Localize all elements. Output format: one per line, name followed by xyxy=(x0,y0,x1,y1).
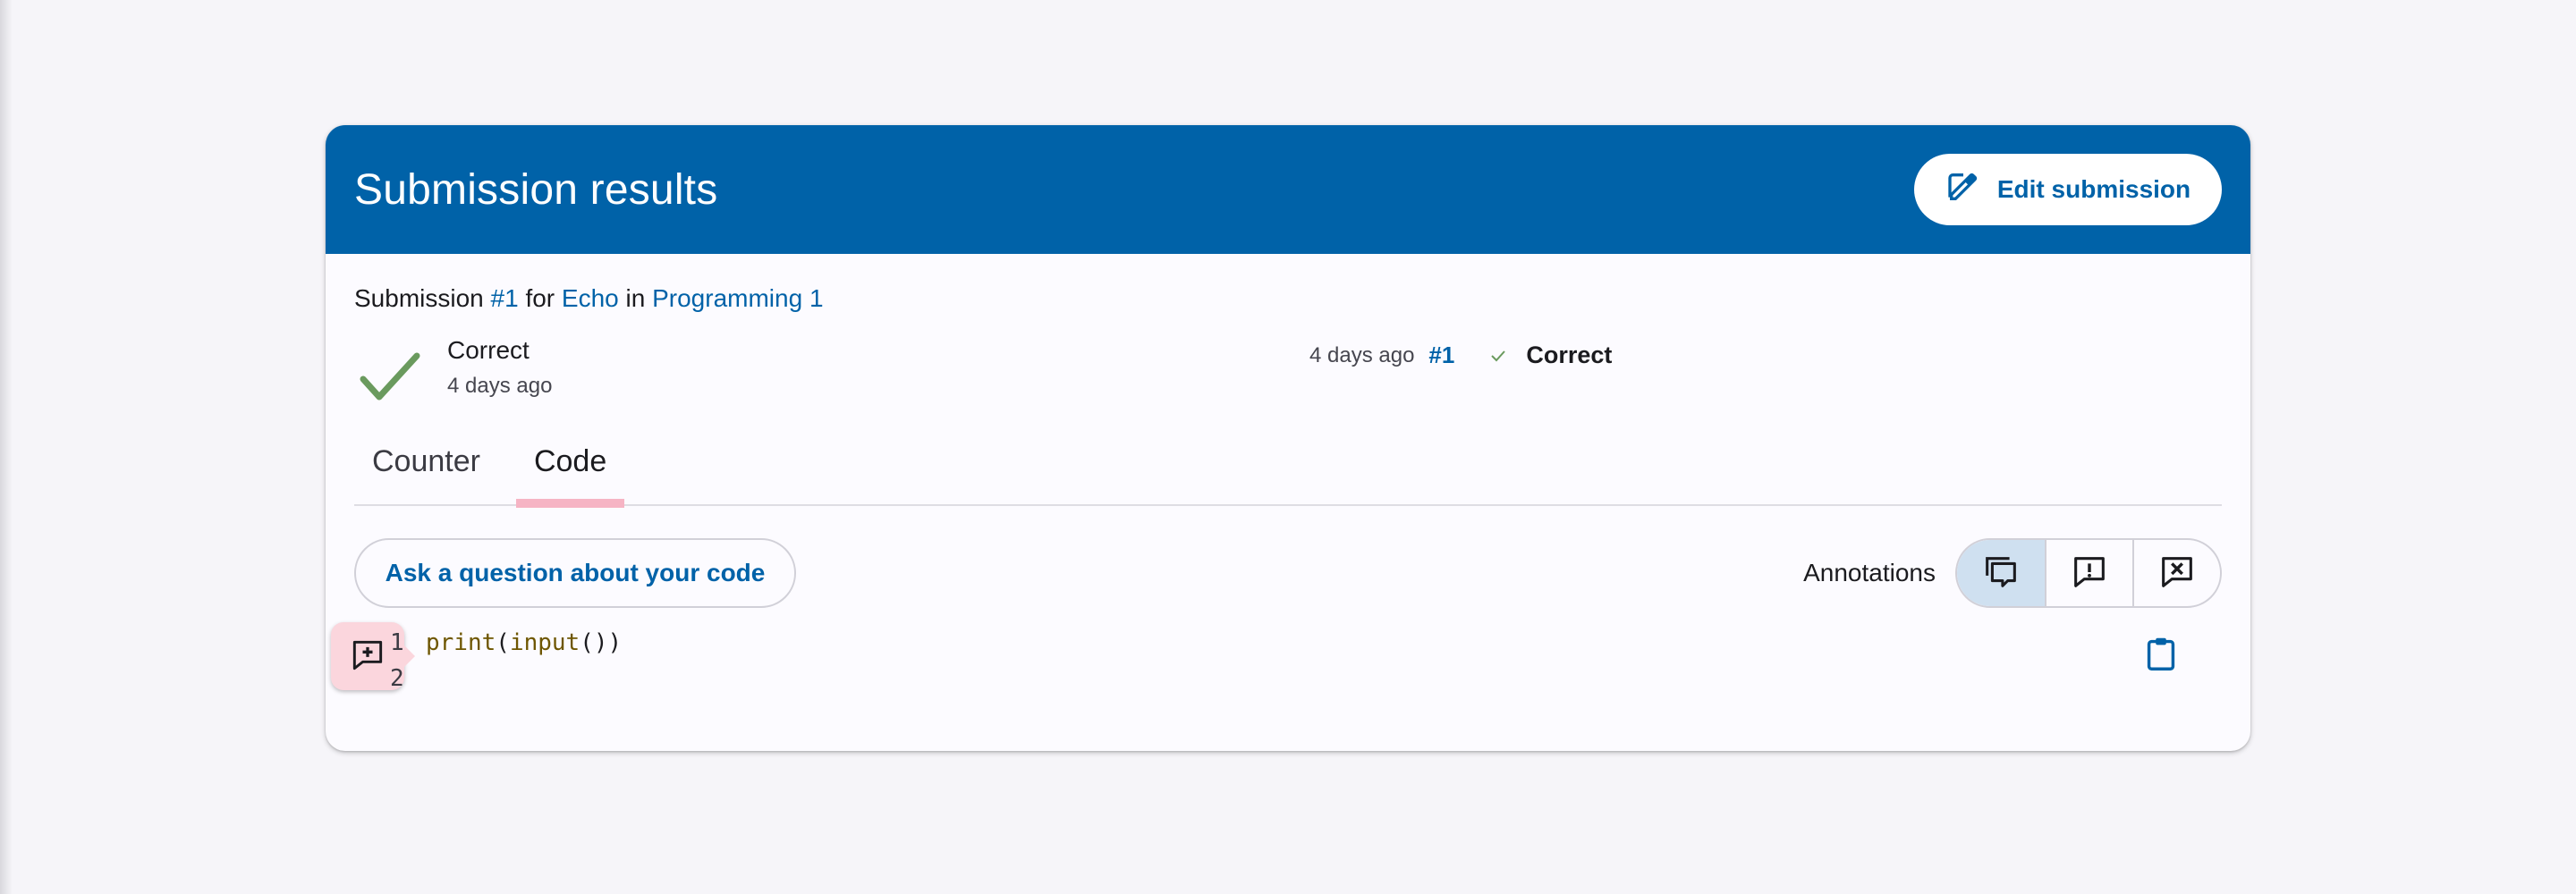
tab-bar: Counter Code xyxy=(354,417,2222,508)
code-listing: 1 print(input()) 2 xyxy=(331,622,2222,728)
comments-icon xyxy=(1980,552,2021,595)
page-edge-shadow xyxy=(0,0,13,894)
card-header: Submission results Edit submission xyxy=(326,125,2250,254)
clipboard-icon xyxy=(2140,637,2182,677)
comment-add-icon xyxy=(348,636,387,678)
edit-icon xyxy=(1945,169,1981,211)
show-important-annotations-button[interactable] xyxy=(2045,540,2132,606)
status-time: 4 days ago xyxy=(447,374,553,398)
comment-alert-icon xyxy=(2069,552,2110,595)
history-result: Correct xyxy=(1526,342,1613,368)
edit-submission-button[interactable]: Edit submission xyxy=(1914,154,2222,225)
submission-history-item[interactable]: 4 days ago #1 Correct xyxy=(1309,342,1612,369)
ask-question-button[interactable]: Ask a question about your code xyxy=(354,538,796,608)
code-token: input xyxy=(509,629,580,656)
history-number: #1 xyxy=(1428,342,1455,368)
annotations-label: Annotations xyxy=(1803,559,1936,586)
history-time: 4 days ago xyxy=(1309,342,1415,367)
tab-counter[interactable]: Counter xyxy=(354,417,498,506)
check-icon xyxy=(354,340,426,411)
for-text: for xyxy=(525,284,555,312)
submission-prefix: Submission xyxy=(354,284,484,312)
hide-annotations-button[interactable] xyxy=(2132,540,2220,606)
code-token: ()) xyxy=(580,629,623,656)
status-label: Correct xyxy=(447,336,530,364)
course-link[interactable]: Programming 1 xyxy=(652,284,823,312)
copy-code-button[interactable] xyxy=(2136,629,2186,679)
status-block: Correct 4 days ago xyxy=(354,336,552,411)
tab-code[interactable]: Code xyxy=(515,417,625,508)
small-check-icon xyxy=(1488,346,1508,366)
page-title: Submission results xyxy=(354,165,718,214)
exercise-link[interactable]: Echo xyxy=(562,284,619,312)
line-number: 2 xyxy=(390,665,404,692)
annotations-toolbar: Annotations xyxy=(1803,538,2222,608)
submission-summary: Submission #1 for Echo in Programming 1 xyxy=(354,284,824,313)
annotations-toggle-group xyxy=(1955,538,2222,608)
show-all-annotations-button[interactable] xyxy=(1957,540,2045,606)
in-text: in xyxy=(625,284,646,312)
comment-remove-icon xyxy=(2157,552,2198,595)
code-token: print xyxy=(426,629,496,656)
code-line: print(input()) xyxy=(426,629,622,656)
edit-submission-label: Edit submission xyxy=(1996,175,2191,203)
line-number: 1 xyxy=(390,629,404,656)
submission-number-link[interactable]: #1 xyxy=(491,284,519,312)
submission-card: Submission results Edit submission Submi… xyxy=(326,125,2250,751)
code-token: ( xyxy=(496,629,510,656)
